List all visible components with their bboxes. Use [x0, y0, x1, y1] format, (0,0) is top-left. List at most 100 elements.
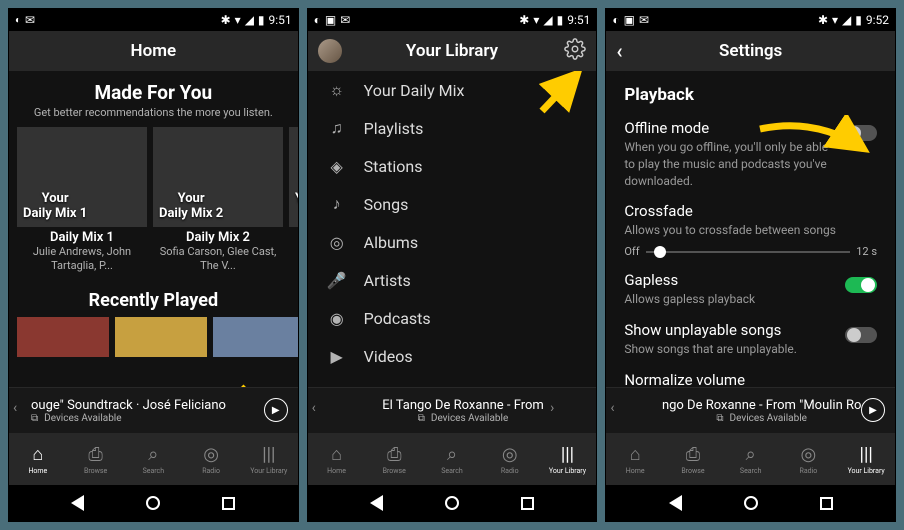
card-subtitle: Sofia Carson, Glee Cast, The V... [153, 245, 283, 274]
now-playing-bar[interactable]: ‹ ouge" Soundtrack · José Feliciano ⧉Dev… [9, 387, 298, 433]
radio-icon: ◎ [502, 444, 518, 465]
library-item-playlists[interactable]: ♫Playlists [308, 109, 597, 147]
browse-icon: ⎙ [686, 444, 700, 465]
status-time: 9:52 [866, 13, 889, 27]
broadcast-icon: ◈ [326, 157, 348, 176]
nav-recent-icon[interactable] [820, 497, 833, 510]
card-title: Daily Mix 2 [153, 230, 283, 245]
nav-back-icon[interactable] [370, 495, 383, 511]
nav-home-icon[interactable] [445, 496, 459, 510]
library-item-daily-mix[interactable]: ☼Your Daily Mix [308, 71, 597, 109]
mic-icon: 🎤 [326, 271, 348, 290]
section-title: Playback [624, 85, 877, 105]
library-item-songs[interactable]: ♪Songs [308, 185, 597, 223]
bottom-tabs: ⌂Home ⎙Browse ⌕Search ◎Radio |||Your Lib… [9, 433, 298, 485]
nav-home-icon[interactable] [146, 496, 160, 510]
devices-icon: ⧉ [716, 413, 723, 424]
tab-search[interactable]: ⌕Search [423, 433, 481, 485]
status-icon: ◐ [15, 15, 21, 26]
bluetooth-icon: ✱ [519, 13, 529, 27]
recent-thumb[interactable] [115, 317, 207, 357]
status-icon: ▣ [624, 13, 635, 27]
tab-search[interactable]: ⌕Search [124, 433, 182, 485]
gear-icon[interactable] [564, 38, 586, 65]
recent-thumb[interactable] [213, 317, 298, 357]
tab-home[interactable]: ⌂Home [9, 433, 67, 485]
home-icon: ⌂ [331, 444, 342, 465]
play-button[interactable]: ▶ [861, 398, 885, 422]
nav-home-icon[interactable] [744, 496, 758, 510]
tab-browse[interactable]: ⎙Browse [664, 433, 722, 485]
tab-library[interactable]: |||Your Library [539, 433, 597, 485]
status-icon: ◐ [612, 13, 619, 27]
devices-icon: ⧉ [418, 413, 425, 424]
library-item-videos[interactable]: ▶Videos [308, 337, 597, 375]
tab-library[interactable]: |||Your Library [240, 433, 298, 485]
library-item-albums[interactable]: ◎Albums [308, 223, 597, 261]
tab-library[interactable]: |||Your Library [837, 433, 895, 485]
music-note-icon: ♫ [326, 118, 348, 138]
tab-home[interactable]: ⌂Home [606, 433, 664, 485]
card-subtitle: Julie Andrews, John Tartaglia, P... [17, 245, 147, 274]
tab-radio[interactable]: ◎Radio [481, 433, 539, 485]
chevron-left-icon[interactable]: ‹ [610, 400, 614, 416]
bottom-tabs: ⌂Home ⎙Browse ⌕Search ◎Radio |||Your Lib… [606, 433, 895, 485]
nav-back-icon[interactable] [669, 495, 682, 511]
setting-unplayable[interactable]: Show unplayable songs Show songs that ar… [624, 321, 877, 358]
now-playing-bar[interactable]: ‹ ngo De Roxanne - From "Moulin Ro ⧉Devi… [606, 387, 895, 433]
tab-browse[interactable]: ⎙Browse [365, 433, 423, 485]
battery-icon: ▮ [258, 13, 265, 27]
nav-recent-icon[interactable] [222, 497, 235, 510]
status-icon: ✉ [25, 13, 35, 27]
unplayable-toggle[interactable] [845, 327, 877, 343]
browse-icon: ⎙ [88, 444, 102, 465]
chevron-right-icon[interactable]: › [550, 400, 554, 416]
setting-gapless[interactable]: Gapless Allows gapless playback [624, 271, 877, 308]
daily-mix-card[interactable]: YourDaily Mix 2 Daily Mix 2 Sofia Carson… [153, 127, 283, 274]
library-item-stations[interactable]: ◈Stations [308, 147, 597, 185]
daily-mix-card[interactable]: YourDa Da Ka Stev... [289, 127, 298, 274]
nav-back-icon[interactable] [71, 495, 84, 511]
now-playing-bar[interactable]: ‹ › El Tango De Roxanne - From ⧉Devices … [308, 387, 597, 433]
home-icon: ⌂ [32, 444, 43, 465]
tab-browse[interactable]: ⎙Browse [67, 433, 125, 485]
daily-mix-row[interactable]: YourDaily Mix 1 Daily Mix 1 Julie Andrew… [17, 127, 298, 274]
search-icon: ⌕ [447, 444, 457, 465]
album-art: YourDaily Mix 1 [17, 127, 147, 227]
header-bar: Your Library [308, 31, 597, 71]
crossfade-slider[interactable] [646, 251, 851, 253]
play-button[interactable]: ▶ [264, 398, 288, 422]
chevron-left-icon[interactable]: ‹ [312, 400, 316, 416]
library-item-artists[interactable]: 🎤Artists [308, 261, 597, 299]
radio-icon: ◎ [203, 444, 219, 465]
chevron-left-icon[interactable]: ‹ [13, 400, 17, 416]
signal-icon: ◢ [842, 13, 851, 27]
tab-search[interactable]: ⌕Search [722, 433, 780, 485]
status-time: 9:51 [567, 13, 590, 27]
now-playing-track: ouge" Soundtrack · José Feliciano [31, 398, 298, 413]
sun-icon: ☼ [326, 80, 348, 100]
avatar[interactable] [318, 39, 342, 63]
nav-recent-icon[interactable] [521, 497, 534, 510]
tab-radio[interactable]: ◎Radio [780, 433, 838, 485]
card-title: Daily Mix 1 [17, 230, 147, 245]
gapless-toggle[interactable] [845, 277, 877, 293]
status-bar: ◐ ▣ ✉ ✱ ▾ ◢ ▮ 9:51 [308, 9, 597, 31]
back-icon[interactable]: ‹ [616, 39, 622, 63]
recent-thumb[interactable] [17, 317, 109, 357]
recent-row[interactable] [17, 317, 298, 357]
header-bar: Home [9, 31, 298, 71]
offline-toggle[interactable] [845, 125, 877, 141]
library-item-podcasts[interactable]: ◉Podcasts [308, 299, 597, 337]
bluetooth-icon: ✱ [818, 13, 828, 27]
daily-mix-card[interactable]: YourDaily Mix 1 Daily Mix 1 Julie Andrew… [17, 127, 147, 274]
tab-home[interactable]: ⌂Home [308, 433, 366, 485]
search-icon: ⌕ [148, 444, 158, 465]
video-icon: ▶ [326, 347, 348, 366]
battery-icon: ▮ [855, 13, 862, 27]
tab-radio[interactable]: ◎Radio [182, 433, 240, 485]
android-nav [9, 485, 298, 521]
note-icon: ♪ [326, 194, 348, 214]
setting-offline[interactable]: Offline mode When you go offline, you'll… [624, 119, 877, 189]
setting-normalize[interactable]: Normalize volume [624, 371, 877, 387]
